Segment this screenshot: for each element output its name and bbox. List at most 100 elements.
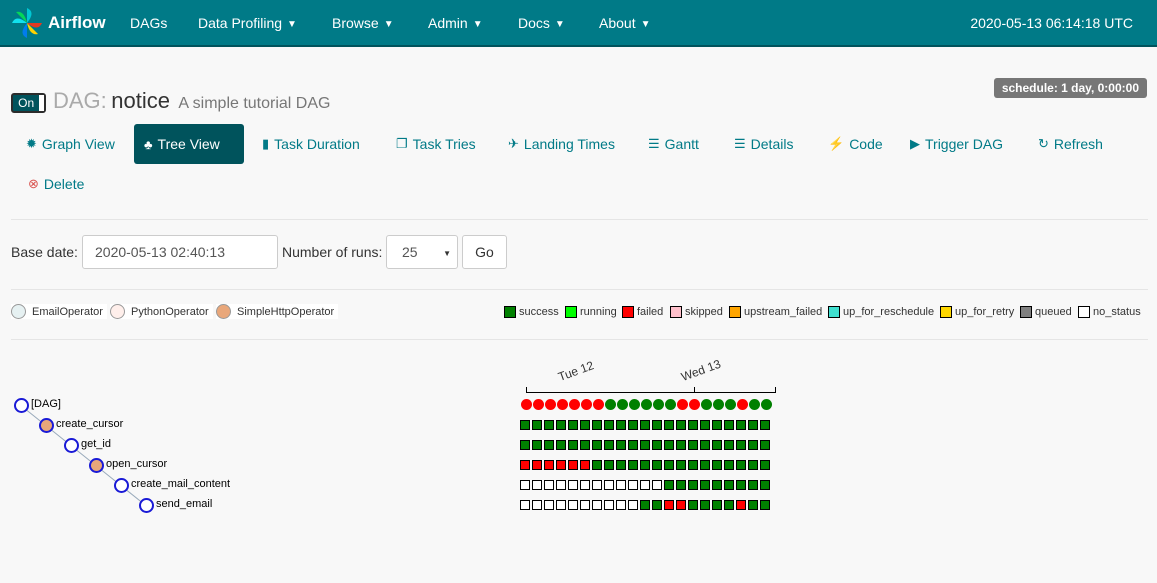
- tree-node-label[interactable]: get_id: [81, 438, 111, 450]
- task-instance-square[interactable]: [688, 460, 698, 470]
- task-instance-square[interactable]: [556, 420, 566, 430]
- task-instance-square[interactable]: [520, 500, 530, 510]
- task-instance-square[interactable]: [724, 480, 734, 490]
- tree-node-label[interactable]: open_cursor: [106, 458, 167, 470]
- task-instance-square[interactable]: [736, 440, 746, 450]
- dag-run-circle[interactable]: [521, 399, 532, 410]
- tab-graph-view[interactable]: ✹ Graph View: [16, 124, 125, 164]
- dag-pause-toggle[interactable]: On: [11, 93, 46, 113]
- tab-gantt[interactable]: ☰ Gantt: [638, 124, 709, 164]
- task-instance-square[interactable]: [748, 500, 758, 510]
- task-instance-square[interactable]: [748, 420, 758, 430]
- dag-run-circle[interactable]: [665, 399, 676, 410]
- trigger-dag-button[interactable]: ▶ Trigger DAG: [900, 124, 1013, 164]
- task-instance-square[interactable]: [568, 500, 578, 510]
- task-instance-square[interactable]: [760, 420, 770, 430]
- task-instance-square[interactable]: [592, 480, 602, 490]
- task-instance-square[interactable]: [520, 480, 530, 490]
- task-instance-square[interactable]: [532, 500, 542, 510]
- base-date-input[interactable]: [82, 235, 278, 269]
- task-instance-square[interactable]: [712, 440, 722, 450]
- dag-run-circle[interactable]: [761, 399, 772, 410]
- tab-landing-times[interactable]: ✈ Landing Times: [498, 124, 625, 164]
- task-instance-square[interactable]: [652, 460, 662, 470]
- dag-run-circle[interactable]: [689, 399, 700, 410]
- task-instance-square[interactable]: [640, 440, 650, 450]
- task-instance-square[interactable]: [532, 460, 542, 470]
- task-instance-square[interactable]: [556, 460, 566, 470]
- task-instance-square[interactable]: [580, 420, 590, 430]
- refresh-button[interactable]: ↻ Refresh: [1028, 124, 1113, 164]
- task-instance-square[interactable]: [616, 440, 626, 450]
- task-instance-square[interactable]: [580, 500, 590, 510]
- dag-run-circle[interactable]: [593, 399, 604, 410]
- task-instance-square[interactable]: [604, 500, 614, 510]
- task-instance-square[interactable]: [628, 420, 638, 430]
- task-instance-square[interactable]: [544, 480, 554, 490]
- task-instance-square[interactable]: [628, 500, 638, 510]
- dag-run-circle[interactable]: [713, 399, 724, 410]
- dag-run-circle[interactable]: [749, 399, 760, 410]
- nav-browse[interactable]: Browse ▼: [332, 15, 394, 31]
- task-instance-square[interactable]: [724, 460, 734, 470]
- dag-run-circle[interactable]: [569, 399, 580, 410]
- dag-run-circle[interactable]: [725, 399, 736, 410]
- task-instance-square[interactable]: [556, 440, 566, 450]
- tab-task-duration[interactable]: ▮ Task Duration: [252, 124, 370, 164]
- task-instance-square[interactable]: [652, 440, 662, 450]
- tree-node-label[interactable]: [DAG]: [31, 398, 61, 410]
- tab-code[interactable]: ⚡ Code: [818, 124, 893, 164]
- task-instance-square[interactable]: [700, 460, 710, 470]
- task-instance-square[interactable]: [544, 460, 554, 470]
- task-instance-square[interactable]: [532, 420, 542, 430]
- go-button[interactable]: Go: [462, 235, 507, 269]
- task-instance-square[interactable]: [532, 440, 542, 450]
- task-instance-square[interactable]: [568, 460, 578, 470]
- task-instance-square[interactable]: [556, 500, 566, 510]
- task-instance-square[interactable]: [616, 420, 626, 430]
- dag-run-circle[interactable]: [557, 399, 568, 410]
- brand-link[interactable]: Airflow: [10, 5, 106, 41]
- task-instance-square[interactable]: [640, 480, 650, 490]
- task-instance-square[interactable]: [688, 480, 698, 490]
- task-instance-square[interactable]: [652, 420, 662, 430]
- task-instance-square[interactable]: [664, 460, 674, 470]
- task-instance-square[interactable]: [628, 480, 638, 490]
- task-instance-square[interactable]: [724, 500, 734, 510]
- task-instance-square[interactable]: [760, 440, 770, 450]
- dag-run-circle[interactable]: [701, 399, 712, 410]
- task-instance-square[interactable]: [712, 500, 722, 510]
- task-instance-square[interactable]: [604, 480, 614, 490]
- task-instance-square[interactable]: [568, 420, 578, 430]
- task-instance-square[interactable]: [664, 440, 674, 450]
- task-instance-square[interactable]: [664, 480, 674, 490]
- task-instance-square[interactable]: [700, 420, 710, 430]
- dag-run-circle[interactable]: [533, 399, 544, 410]
- dag-run-circle[interactable]: [653, 399, 664, 410]
- tree-node[interactable]: [88, 457, 104, 473]
- task-instance-square[interactable]: [640, 500, 650, 510]
- task-instance-square[interactable]: [652, 500, 662, 510]
- task-instance-square[interactable]: [676, 440, 686, 450]
- task-instance-square[interactable]: [616, 480, 626, 490]
- task-instance-square[interactable]: [604, 440, 614, 450]
- task-instance-square[interactable]: [748, 460, 758, 470]
- task-instance-square[interactable]: [520, 420, 530, 430]
- task-instance-square[interactable]: [700, 500, 710, 510]
- task-instance-square[interactable]: [568, 480, 578, 490]
- task-instance-square[interactable]: [580, 460, 590, 470]
- task-instance-square[interactable]: [676, 480, 686, 490]
- num-runs-select[interactable]: 25 ▼: [386, 235, 458, 269]
- task-instance-square[interactable]: [748, 480, 758, 490]
- task-instance-square[interactable]: [688, 420, 698, 430]
- tree-node-label[interactable]: create_cursor: [56, 418, 123, 430]
- tab-tree-view[interactable]: ♣ Tree View: [134, 124, 244, 164]
- dag-run-circle[interactable]: [641, 399, 652, 410]
- task-instance-square[interactable]: [712, 460, 722, 470]
- dag-run-circle[interactable]: [617, 399, 628, 410]
- dag-run-circle[interactable]: [737, 399, 748, 410]
- task-instance-square[interactable]: [724, 440, 734, 450]
- task-instance-square[interactable]: [640, 460, 650, 470]
- task-instance-square[interactable]: [652, 480, 662, 490]
- dag-run-circle[interactable]: [629, 399, 640, 410]
